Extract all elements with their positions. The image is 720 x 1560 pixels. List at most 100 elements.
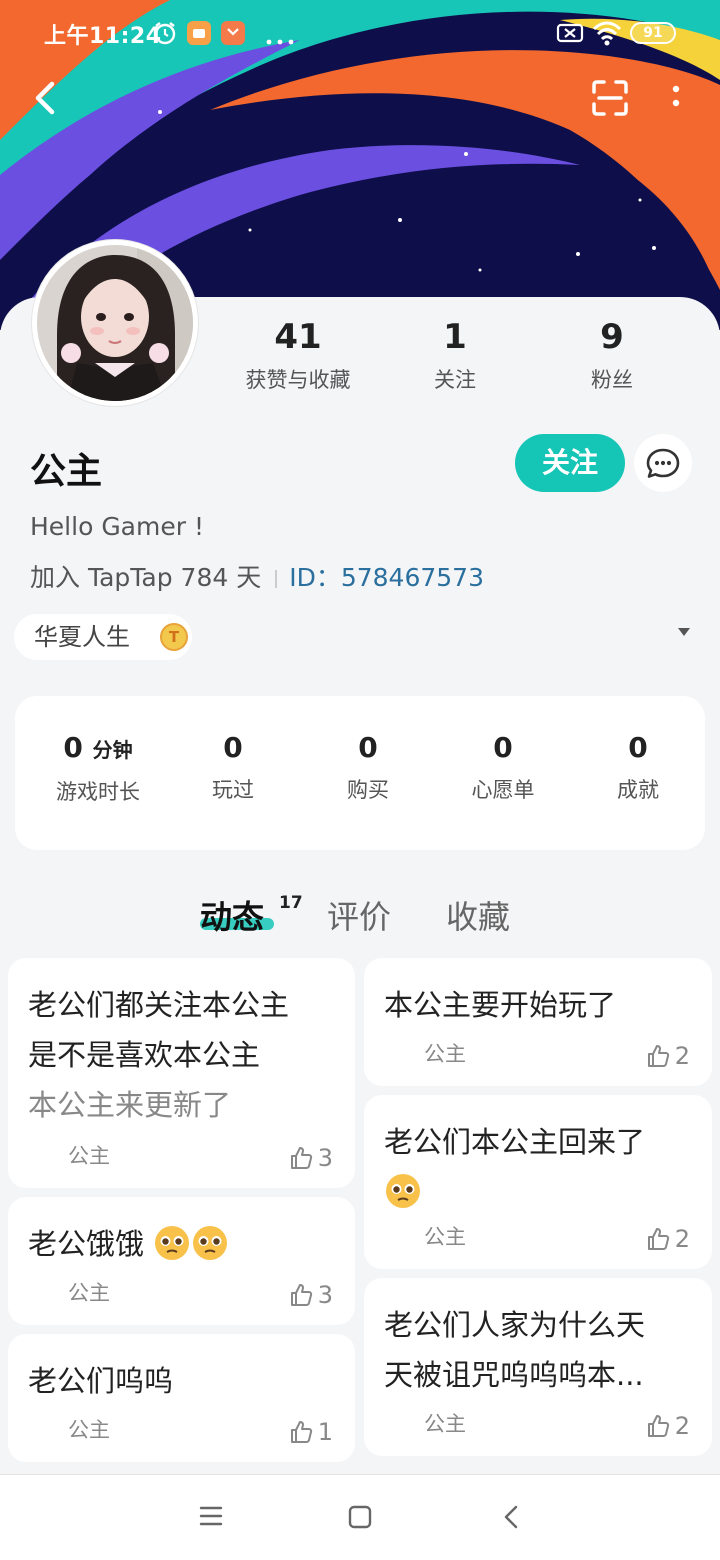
stat-wishlist-value: 0: [493, 731, 513, 764]
post-author: 公主: [424, 1042, 466, 1066]
pleading-face-emoji-icon: [386, 1174, 420, 1208]
like-button[interactable]: 3: [288, 1281, 333, 1309]
stat-wishlist-label: 心愿单: [471, 778, 535, 802]
message-button[interactable]: [634, 434, 692, 492]
more-menu-button[interactable]: [668, 82, 684, 118]
post-author: 公主: [68, 1144, 110, 1168]
stat-purchased[interactable]: 0 购买: [303, 732, 433, 804]
alarm-icon: [152, 20, 178, 50]
back-button[interactable]: [30, 78, 60, 122]
stat-achievements-label: 成就: [617, 778, 659, 802]
post-author: 公主: [68, 1281, 110, 1305]
more-vertical-icon: [672, 85, 680, 107]
avatar[interactable]: [32, 240, 198, 406]
thumbs-up-icon: [647, 1228, 669, 1250]
stat-likes-favorites-value: 41: [274, 317, 322, 357]
thumbs-up-icon: [647, 1415, 669, 1437]
like-count: 2: [674, 1225, 690, 1253]
stat-play-time[interactable]: 0 分钟 游戏时长: [33, 732, 163, 806]
post-author: 公主: [424, 1412, 466, 1436]
stat-play-time-value: 0 分钟: [63, 731, 133, 764]
stat-played[interactable]: 0 玩过: [168, 732, 298, 804]
stat-achievements-value: 0: [628, 731, 648, 764]
chat-bubble-icon: [646, 448, 680, 478]
like-count: 2: [674, 1042, 690, 1070]
stat-likes-favorites[interactable]: 41 获赞与收藏: [238, 318, 358, 394]
scan-button[interactable]: [590, 78, 630, 122]
post-author: 公主: [68, 1418, 110, 1442]
like-button[interactable]: 1: [288, 1418, 333, 1446]
user-id[interactable]: ID：578467573: [289, 563, 484, 592]
stat-achievements[interactable]: 0 成就: [573, 732, 703, 804]
scan-icon: [592, 80, 628, 116]
post-title: 老公们呜呜: [28, 1364, 174, 1398]
pleading-face-emoji-icon: [193, 1226, 228, 1260]
tab-posts-label: 动态: [200, 898, 265, 936]
app-notification-icon-2: [220, 20, 246, 50]
stat-followers-label: 粉丝: [591, 368, 633, 392]
pleading-face-emoji-icon: [155, 1226, 190, 1260]
game-tag[interactable]: 华夏人生 T: [14, 614, 192, 660]
stat-followers[interactable]: 9 粉丝: [582, 318, 642, 394]
app-notification-icon: [186, 20, 212, 50]
like-button[interactable]: 2: [645, 1042, 690, 1070]
post-title: 老公们人家为什么天 天被诅咒呜呜呜本...: [384, 1308, 646, 1392]
post-card[interactable]: 老公们呜呜 公主 1: [8, 1334, 355, 1462]
join-info: 加入 TapTap 784 天 ID：578467573: [30, 558, 484, 594]
game-stats-panel: 0 分钟 游戏时长 0 玩过 0 购买 0 心愿单 0 成就: [15, 696, 705, 850]
like-count: 2: [674, 1412, 690, 1440]
stat-following-label: 关注: [434, 368, 476, 392]
chevron-left-icon: [504, 1505, 518, 1529]
like-count: 3: [317, 1144, 333, 1172]
home-square-icon: [348, 1505, 372, 1529]
system-back-button[interactable]: [502, 1504, 520, 1534]
tab-favorites[interactable]: 收藏: [446, 892, 510, 938]
stat-following[interactable]: 1 关注: [425, 318, 485, 394]
tag-badge-icon: T: [160, 623, 188, 651]
stat-purchased-value: 0: [358, 731, 378, 764]
dropdown-caret-icon[interactable]: [678, 628, 690, 636]
stat-wishlist[interactable]: 0 心愿单: [438, 732, 568, 804]
username: 公主: [30, 451, 103, 492]
like-button[interactable]: 2: [645, 1225, 690, 1253]
game-tag-label: 华夏人生: [34, 623, 130, 651]
menu-icon: [199, 1506, 223, 1526]
join-days: 加入 TapTap 784 天: [30, 563, 262, 592]
thumbs-up-icon: [647, 1045, 669, 1067]
back-arrow-icon: [35, 81, 55, 115]
stat-followers-value: 9: [600, 317, 624, 357]
home-button[interactable]: [348, 1505, 372, 1533]
thumbs-up-icon: [290, 1147, 312, 1169]
recent-apps-button[interactable]: [199, 1505, 223, 1531]
tab-reviews[interactable]: 评价: [327, 892, 391, 938]
bio: Hello Gamer !: [30, 512, 204, 541]
like-button[interactable]: 3: [288, 1144, 333, 1172]
like-count: 3: [317, 1281, 333, 1309]
tab-posts[interactable]: 动态: [200, 892, 264, 938]
thumbs-up-icon: [290, 1284, 312, 1306]
status-time: 上午11:24: [44, 24, 162, 49]
stat-played-label: 玩过: [212, 778, 254, 802]
stat-following-value: 1: [443, 317, 467, 357]
post-title: 老公饿饿: [28, 1219, 335, 1269]
post-card[interactable]: 老公们本公主回来了 公主 2: [364, 1095, 712, 1269]
system-navigation-bar: [0, 1474, 720, 1560]
like-button[interactable]: 2: [645, 1412, 690, 1440]
stat-purchased-label: 购买: [347, 778, 389, 802]
follow-button[interactable]: 关注: [515, 434, 625, 492]
stat-likes-favorites-label: 获赞与收藏: [245, 368, 351, 392]
sim-icon: [556, 22, 584, 48]
post-card[interactable]: 老公们都关注本公主 是不是喜欢本公主 本公主来更新了 公主 3: [8, 958, 355, 1188]
post-card[interactable]: 老公们人家为什么天 天被诅咒呜呜呜本... 公主 2: [364, 1278, 712, 1456]
post-title: 老公们都关注本公主 是不是喜欢本公主 本公主来更新了: [28, 988, 290, 1122]
post-title: 本公主要开始玩了: [384, 988, 617, 1022]
like-count: 1: [317, 1418, 333, 1446]
post-card[interactable]: 本公主要开始玩了 公主 2: [364, 958, 712, 1086]
stat-played-value: 0: [223, 731, 243, 764]
wifi-icon: [592, 20, 622, 50]
post-title: 老公们本公主回来了: [384, 1117, 692, 1217]
post-author: 公主: [424, 1225, 466, 1249]
more-notifications-icon: [266, 30, 294, 49]
thumbs-up-icon: [290, 1421, 312, 1443]
post-card[interactable]: 老公饿饿 公主 3: [8, 1197, 355, 1325]
